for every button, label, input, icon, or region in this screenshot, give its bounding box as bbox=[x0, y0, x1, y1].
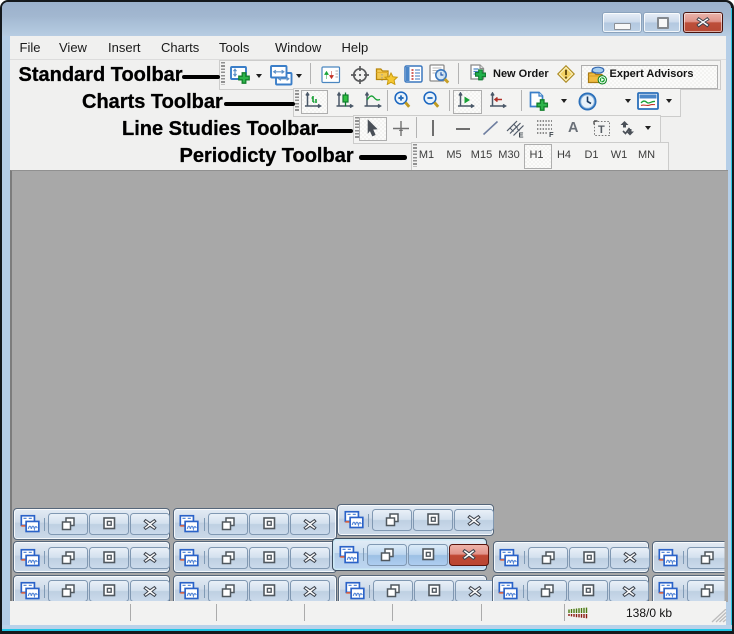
svg-text:F: F bbox=[549, 130, 554, 138]
svg-text:E: E bbox=[519, 130, 524, 139]
svg-text:T: T bbox=[598, 124, 605, 136]
